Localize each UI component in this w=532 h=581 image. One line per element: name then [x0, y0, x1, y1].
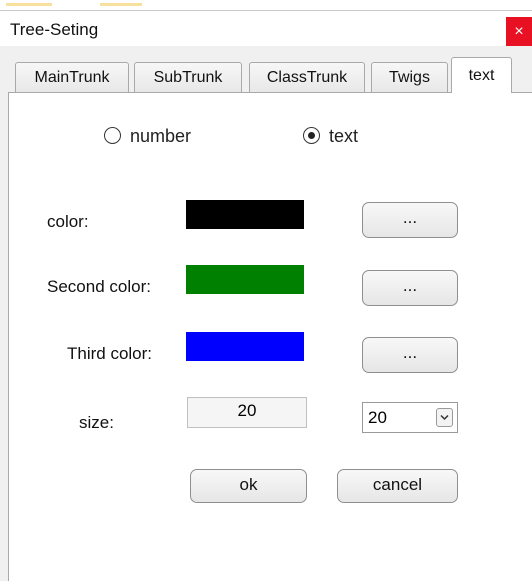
window-title: Tree-Seting	[10, 20, 99, 39]
radio-number-label: number	[130, 126, 192, 146]
title-bar: Tree-Seting ×	[0, 10, 532, 47]
color-picker-button[interactable]: ...	[362, 202, 458, 238]
radio-text[interactable]: text	[303, 126, 358, 147]
third-color-swatch	[186, 332, 304, 361]
color-label: color:	[47, 212, 89, 231]
decorative-strip	[6, 3, 52, 6]
tab-subtrunk[interactable]: SubTrunk	[134, 62, 242, 92]
radio-text-label: text	[329, 126, 359, 146]
tab-classtrunk[interactable]: ClassTrunk	[249, 62, 365, 92]
radio-checked-icon	[303, 127, 320, 144]
third-color-picker-button[interactable]: ...	[362, 337, 458, 373]
second-color-label: Second color:	[47, 277, 151, 296]
tab-maintrunk[interactable]: MainTrunk	[15, 62, 129, 92]
cancel-button[interactable]: cancel	[337, 469, 458, 503]
third-color-label: Third color:	[67, 344, 153, 363]
size-label: size:	[79, 413, 114, 432]
size-select-value: 20	[368, 408, 387, 427]
tab-text[interactable]: text	[451, 57, 512, 93]
close-icon: ×	[514, 23, 524, 40]
radio-number[interactable]: number	[104, 126, 191, 147]
radio-unchecked-icon	[104, 127, 121, 144]
screen-top-strip	[0, 0, 532, 10]
color-swatch	[186, 200, 304, 229]
size-select[interactable]: 20	[362, 402, 458, 433]
dialog-body: MainTrunk SubTrunk ClassTrunk Twigs text…	[0, 46, 532, 581]
chevron-down-icon[interactable]	[436, 408, 453, 427]
decorative-strip	[100, 3, 142, 6]
tab-twigs[interactable]: Twigs	[371, 62, 448, 92]
close-button[interactable]: ×	[506, 17, 532, 47]
ok-button[interactable]: ok	[190, 469, 307, 503]
second-color-picker-button[interactable]: ...	[362, 270, 458, 306]
size-value-field: 20	[187, 397, 307, 428]
second-color-swatch	[186, 265, 304, 294]
